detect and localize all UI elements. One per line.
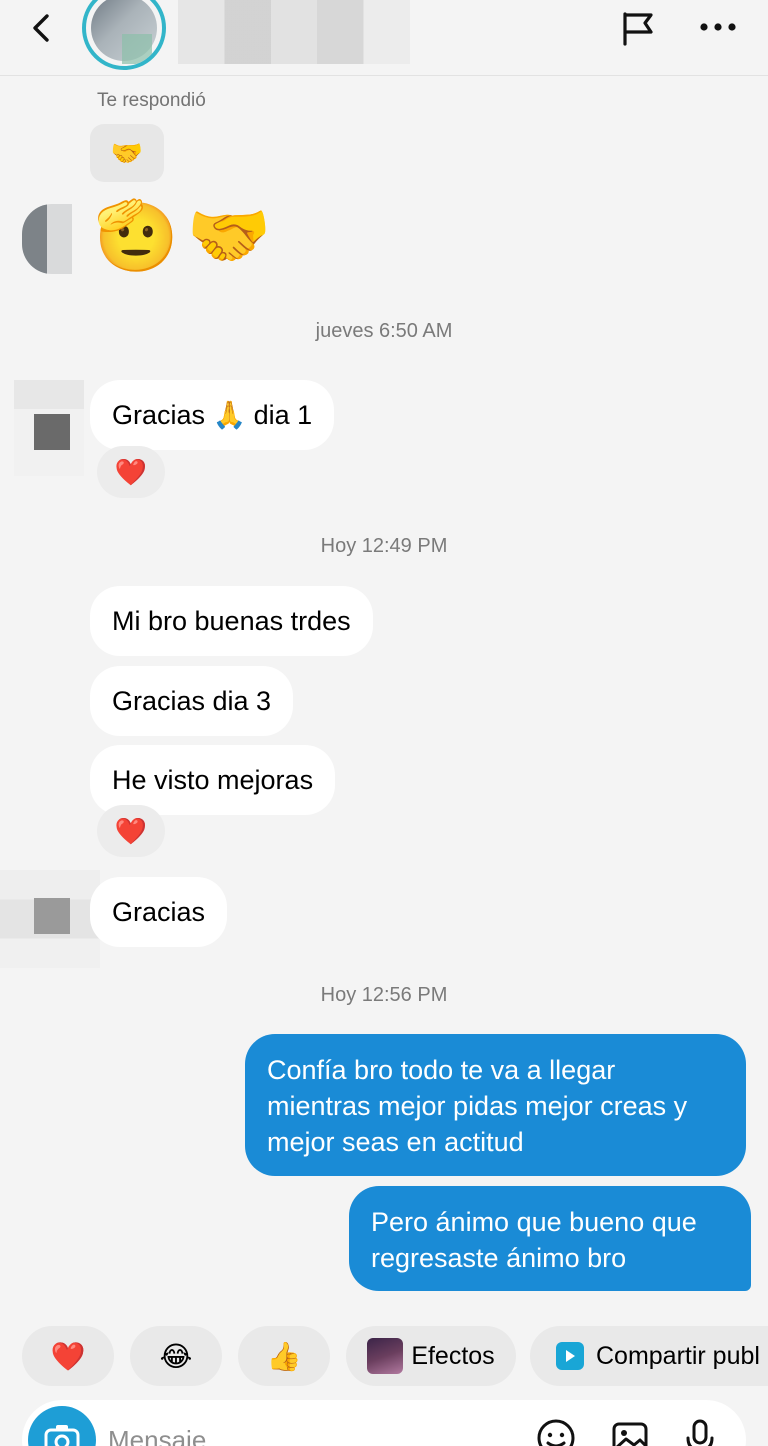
effects-button[interactable]: Efectos <box>346 1326 516 1386</box>
thumbs-up-emoji: 👍 <box>266 1340 302 1372</box>
flag-icon[interactable] <box>618 8 658 48</box>
timestamp: Hoy 12:49 PM <box>320 535 448 557</box>
effects-thumbnail <box>367 1338 404 1374</box>
message-bubble[interactable]: Gracias <box>90 877 228 947</box>
sticker-icon[interactable] <box>534 1416 578 1446</box>
saluting-face-emoji: 🫡 <box>94 198 179 274</box>
sender-avatar[interactable] <box>0 870 100 968</box>
message-composer <box>22 1400 746 1446</box>
handshake-emoji: 🤝 <box>186 198 272 274</box>
contact-avatar[interactable] <box>82 0 166 70</box>
sender-avatar[interactable] <box>14 380 84 476</box>
message-input[interactable] <box>108 1420 408 1446</box>
quick-reply-laugh[interactable]: 😂 <box>130 1326 222 1386</box>
outgoing-message-bubble[interactable]: Pero ánimo que bueno que regresaste ánim… <box>349 1186 751 1291</box>
contact-name-redacted[interactable] <box>178 0 410 64</box>
replied-message-bubble[interactable]: 🤝 <box>90 124 164 182</box>
heart-emoji: ❤️ <box>114 815 148 846</box>
message-bubble[interactable]: Gracias dia 3 <box>90 666 294 736</box>
heart-reaction[interactable]: ❤️ <box>97 446 165 498</box>
heart-reaction[interactable]: ❤️ <box>97 805 165 857</box>
share-post-label: Compartir publ <box>596 1341 760 1370</box>
emoji-message[interactable]: 🫡 🤝 <box>94 196 271 276</box>
gallery-icon[interactable] <box>608 1416 652 1446</box>
quick-replies: ❤️ 😂 👍 Efectos Compartir publ <box>0 1326 768 1388</box>
microphone-icon[interactable] <box>678 1416 722 1446</box>
quick-reply-heart[interactable]: ❤️ <box>22 1326 114 1386</box>
replied-label: Te respondió <box>97 90 206 111</box>
outgoing-message-bubble[interactable]: Confía bro todo te va a llegar mientras … <box>245 1034 746 1176</box>
timestamp: Hoy 12:56 PM <box>320 984 448 1006</box>
heart-emoji: ❤️ <box>114 456 148 487</box>
sender-avatar[interactable] <box>22 204 72 274</box>
more-icon[interactable] <box>696 12 740 42</box>
back-arrow-icon[interactable] <box>24 10 60 46</box>
play-icon <box>556 1342 584 1370</box>
effects-label: Efectos <box>411 1341 495 1370</box>
message-bubble[interactable]: Gracias 🙏 dia 1 <box>90 380 335 450</box>
heart-emoji: ❤️ <box>50 1340 86 1372</box>
quick-reply-thumbs-up[interactable]: 👍 <box>238 1326 330 1386</box>
share-post-button[interactable]: Compartir publ <box>530 1326 768 1386</box>
replied-emoji: 🤝 <box>110 137 144 168</box>
chat-header <box>0 0 768 76</box>
timestamp: jueves 6:50 AM <box>315 320 453 342</box>
laughing-emoji: 😂 <box>159 1340 193 1372</box>
chat-screen: Te respondió 🤝 🫡 🤝 jueves 6:50 AM Gracia… <box>0 0 768 1446</box>
message-bubble[interactable]: Mi bro buenas trdes <box>90 586 373 656</box>
camera-icon[interactable] <box>28 1406 96 1446</box>
